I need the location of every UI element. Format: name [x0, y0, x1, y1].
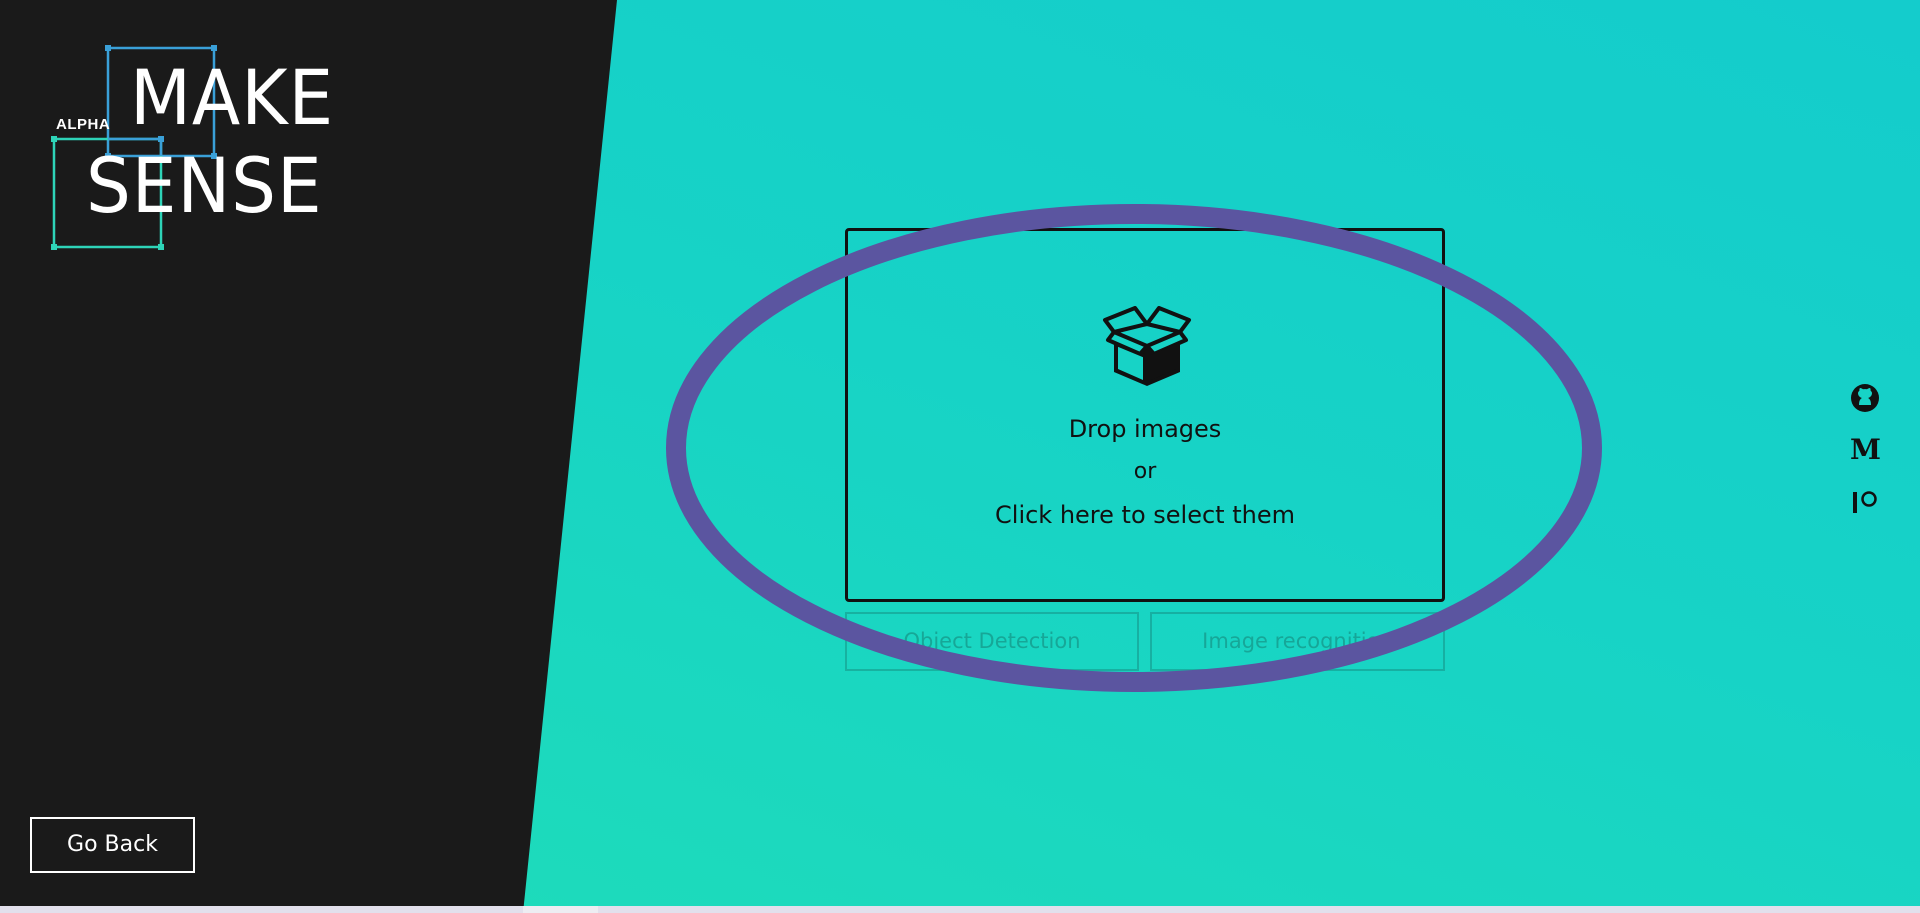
drop-images-text: Drop images: [1068, 415, 1222, 443]
patreon-link[interactable]: [1850, 487, 1880, 517]
or-separator-text: or: [1133, 459, 1157, 484]
github-icon: [1851, 384, 1879, 412]
app-root: ALPHA MAKE SENSE Go Back Object Detectio…: [0, 0, 1920, 913]
click-to-select-text: Click here to select them: [995, 501, 1295, 529]
logo-text-make: MAKE: [130, 53, 335, 142]
make-sense-logo: ALPHA MAKE SENSE: [50, 40, 350, 260]
box-open-icon: [1103, 306, 1191, 386]
object-detection-button[interactable]: Object Detection: [845, 612, 1139, 671]
patreon-icon: [1853, 491, 1877, 513]
logo-alpha-badge: ALPHA: [56, 116, 111, 133]
github-link[interactable]: [1850, 383, 1880, 413]
medium-link[interactable]: M: [1850, 433, 1881, 466]
image-recognition-button[interactable]: Image recognition: [1150, 612, 1445, 671]
logo-text-sense: SENSE: [86, 141, 323, 230]
image-dropzone[interactable]: Drop images or Click here to select them: [845, 228, 1445, 602]
bottom-scroll-strip: [0, 906, 1920, 913]
medium-icon: M: [1850, 433, 1881, 466]
bottom-strip-segment: [523, 906, 598, 913]
go-back-button[interactable]: Go Back: [30, 817, 195, 873]
